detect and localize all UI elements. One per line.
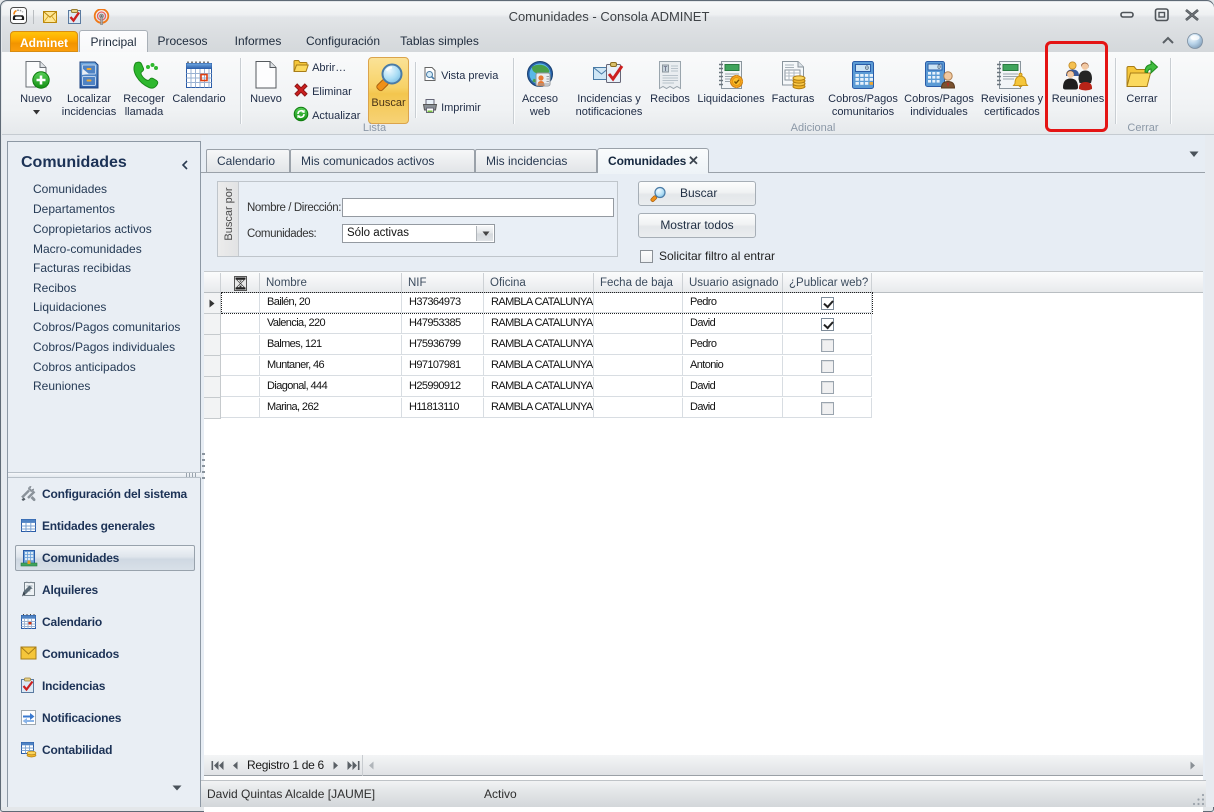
svg-text:0: 0	[865, 65, 869, 72]
svg-text:T: T	[664, 67, 668, 73]
svg-text:0: 0	[937, 64, 941, 71]
